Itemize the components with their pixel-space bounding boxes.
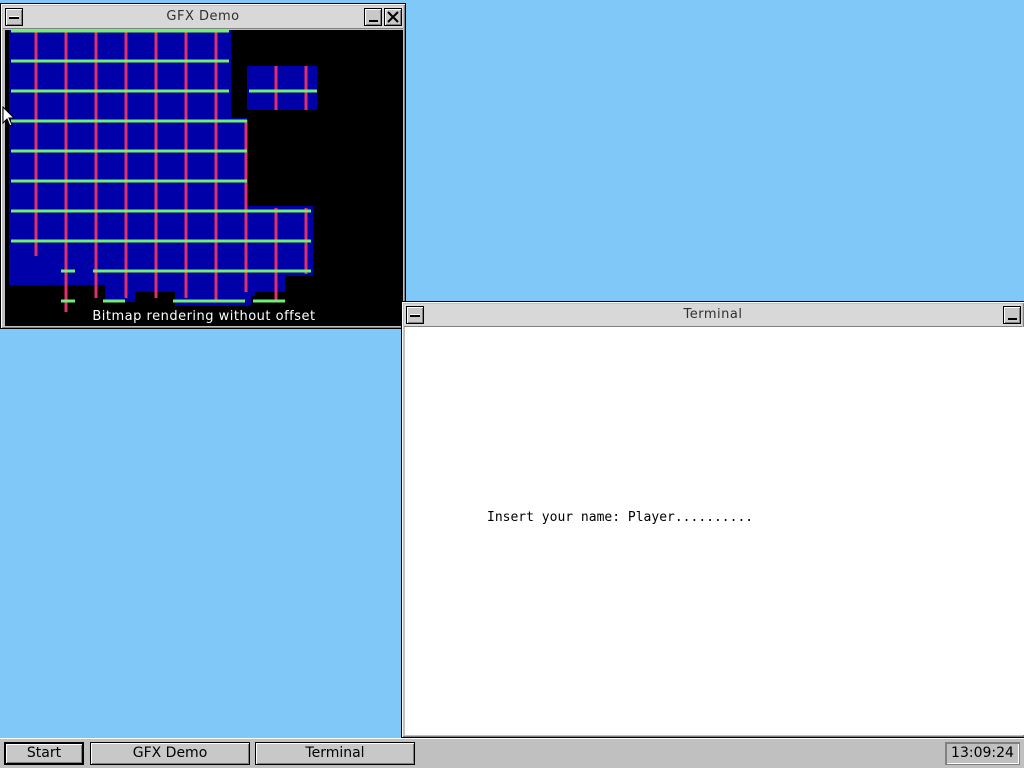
terminal-content[interactable]: Insert your name: Player.......... bbox=[405, 327, 1024, 735]
close-icon[interactable] bbox=[384, 8, 402, 26]
terminal-window[interactable]: Terminal Insert your name: Player.......… bbox=[401, 301, 1024, 738]
gfx-demo-window[interactable]: GFX Demo Bitmap rendering without offset bbox=[0, 3, 406, 329]
terminal-titlebar[interactable]: Terminal bbox=[404, 304, 1022, 327]
minimize-icon[interactable] bbox=[364, 8, 382, 26]
taskbar-item-gfx-demo[interactable]: GFX Demo bbox=[90, 742, 250, 765]
taskbar: Start GFX Demo Terminal 13:09:24 bbox=[0, 738, 1024, 768]
gfx-demo-titlebar[interactable]: GFX Demo bbox=[3, 6, 403, 29]
terminal-title: Terminal bbox=[683, 307, 743, 322]
bitmap-render bbox=[5, 30, 317, 326]
system-menu-icon[interactable] bbox=[406, 306, 424, 324]
gfx-caption: Bitmap rendering without offset bbox=[92, 309, 316, 324]
gfx-demo-title: GFX Demo bbox=[166, 9, 240, 24]
clock: 13:09:24 bbox=[945, 742, 1020, 765]
gfx-canvas: Bitmap rendering without offset bbox=[5, 30, 403, 326]
mouse-pointer-icon bbox=[2, 106, 16, 127]
system-menu-icon[interactable] bbox=[5, 8, 23, 26]
prompt-label: Insert your name: bbox=[487, 510, 628, 525]
terminal-prompt[interactable]: Insert your name: Player.......... bbox=[487, 510, 753, 525]
minimize-icon[interactable] bbox=[1003, 306, 1021, 324]
taskbar-item-terminal[interactable]: Terminal bbox=[255, 742, 415, 765]
start-button[interactable]: Start bbox=[4, 742, 84, 765]
name-input[interactable]: Player.......... bbox=[628, 510, 753, 525]
bitmap-blocks bbox=[5, 30, 317, 326]
